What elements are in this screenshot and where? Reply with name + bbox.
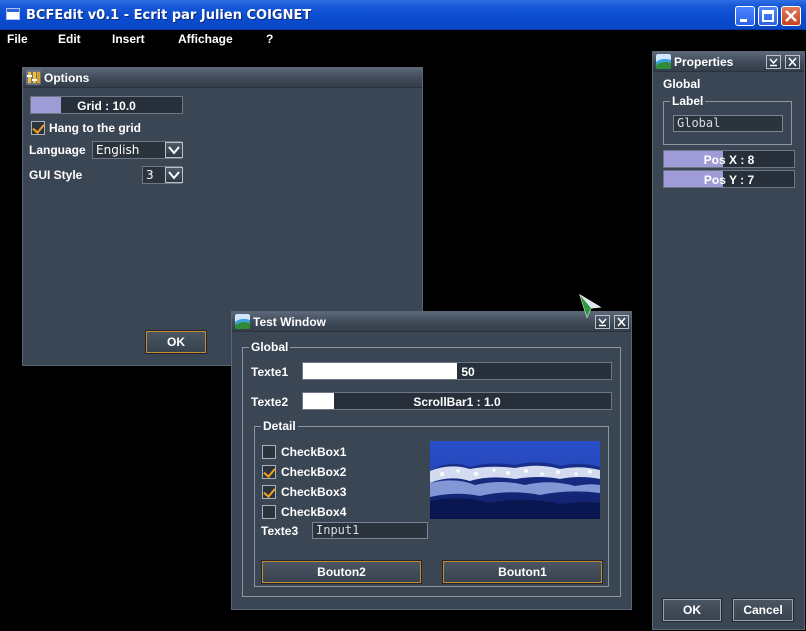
maximize-icon: [762, 10, 774, 22]
options-title: Options: [44, 71, 90, 85]
properties-collapse-button[interactable]: [766, 55, 781, 69]
menu-insert[interactable]: Insert: [112, 32, 145, 46]
minimize-icon: [740, 19, 747, 22]
detail-group-title: Detail: [261, 419, 298, 433]
close-icon: [617, 317, 626, 327]
scrollbar1[interactable]: r1 : 50: [302, 362, 612, 380]
gui-style-label: GUI Style: [29, 168, 83, 182]
app-root: BCFEdit v0.1 - Ecrit par Julien COIGNET …: [0, 0, 806, 631]
texte1-label: Texte1: [251, 365, 289, 379]
hang-to-grid-label: Hang to the grid: [49, 121, 141, 135]
chevron-down-icon: [168, 146, 180, 155]
scrollbar2-label: ScrollBar1 : 1.0: [413, 395, 501, 409]
checkbox-3-label: CheckBox3: [281, 485, 347, 499]
minimize-button[interactable]: [735, 6, 755, 26]
properties-window-icon: [656, 54, 671, 69]
pos-y-label: Pos Y : 7: [703, 173, 755, 187]
properties-cancel-button[interactable]: Cancel: [732, 598, 794, 622]
checkbox-2-label: CheckBox2: [281, 465, 347, 479]
test-window-close-button[interactable]: [614, 315, 629, 329]
checkbox-2[interactable]: [262, 465, 276, 479]
options-window-icon: [26, 70, 41, 85]
language-label: Language: [29, 143, 86, 157]
checkbox-1-label: CheckBox1: [281, 445, 347, 459]
pos-y-slider[interactable]: Pos Y : 7: [663, 170, 795, 188]
properties-ok-button[interactable]: OK: [662, 598, 722, 622]
snowy-forest-image: [430, 441, 600, 519]
checkbox-3[interactable]: [262, 485, 276, 499]
chevron-down-icon: [168, 171, 180, 180]
properties-title-bar[interactable]: Properties: [653, 52, 804, 72]
mouse-cursor-icon: [579, 293, 602, 319]
language-select[interactable]: English: [92, 141, 183, 159]
properties-section-title: Global: [663, 77, 701, 91]
scrollbar1-label: r1 : 50: [439, 365, 475, 379]
menu-affichage[interactable]: Affichage: [178, 32, 233, 46]
checkbox-4-label: CheckBox4: [281, 505, 347, 519]
label-group-title: Label: [670, 94, 706, 108]
properties-close-button[interactable]: [785, 55, 800, 69]
close-button[interactable]: [781, 6, 801, 26]
test-window-title: Test Window: [253, 315, 326, 329]
properties-title: Properties: [674, 55, 734, 69]
global-group-title: Global: [249, 340, 291, 354]
maximize-button[interactable]: [758, 6, 778, 26]
options-ok-button[interactable]: OK: [145, 330, 207, 354]
bouton2-button[interactable]: Bouton2: [261, 560, 422, 584]
checkbox-1[interactable]: [262, 445, 276, 459]
texte3-label: Texte3: [261, 524, 299, 538]
test-window-icon: [235, 314, 250, 329]
menu-bar: File Edit Insert Affichage ?: [0, 30, 806, 50]
gui-style-select[interactable]: 3: [142, 166, 183, 184]
grid-slider[interactable]: Grid : 10.0: [30, 96, 183, 114]
input1-field[interactable]: Input1: [312, 522, 428, 539]
window-title-bar[interactable]: BCFEdit v0.1 - Ecrit par Julien COIGNET: [0, 0, 806, 30]
bouton1-button[interactable]: Bouton1: [442, 560, 603, 584]
scrollbar2[interactable]: ScrollBar1 : 1.0: [302, 392, 612, 410]
checkbox-4[interactable]: [262, 505, 276, 519]
options-title-bar[interactable]: Options: [23, 68, 422, 88]
label-group: Label Global: [663, 94, 792, 145]
pos-x-label: Pos X : 8: [703, 153, 755, 167]
gui-style-dropdown-button[interactable]: [165, 167, 183, 183]
collapse-icon: [769, 58, 778, 67]
menu-edit[interactable]: Edit: [58, 32, 81, 46]
pos-x-slider[interactable]: Pos X : 8: [663, 150, 795, 168]
gui-style-value: 3: [146, 168, 154, 182]
label-input[interactable]: Global: [673, 115, 783, 132]
window-title: BCFEdit v0.1 - Ecrit par Julien COIGNET: [26, 8, 312, 23]
close-icon: [785, 10, 797, 22]
texte2-label: Texte2: [251, 395, 289, 409]
test-window-title-bar[interactable]: Test Window: [232, 312, 631, 332]
language-dropdown-button[interactable]: [165, 142, 183, 158]
menu-file[interactable]: File: [7, 32, 28, 46]
language-value: English: [96, 143, 140, 157]
grid-slider-label: Grid : 10.0: [77, 99, 136, 113]
properties-panel: Properties Global Label Global Pos X : 8…: [652, 51, 805, 630]
close-icon: [788, 57, 797, 67]
menu-help[interactable]: ?: [266, 32, 273, 46]
app-icon: [6, 8, 20, 20]
hang-to-grid-checkbox[interactable]: [31, 121, 45, 135]
